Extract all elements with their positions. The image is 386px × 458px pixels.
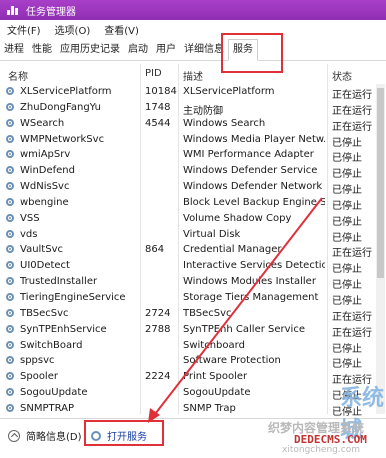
watermark-site: xitongcheng.com	[282, 445, 360, 455]
red-arrow-annotation	[148, 197, 323, 423]
